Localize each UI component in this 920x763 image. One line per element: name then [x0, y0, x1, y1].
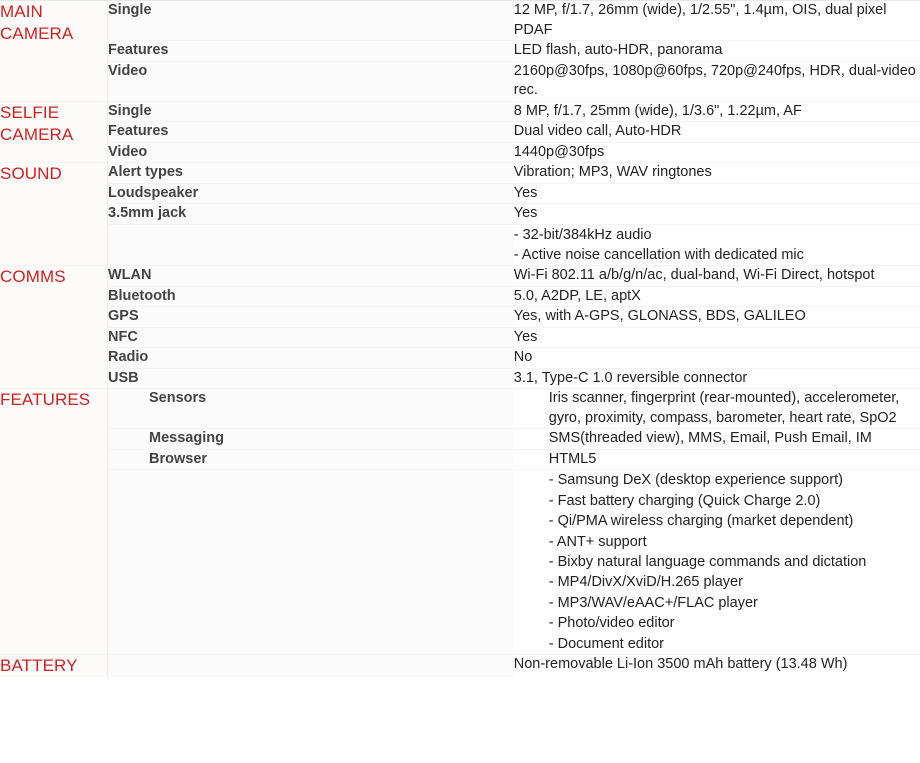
row-value: Wi-Fi 802.11 a/b/g/n/ac, dual-band, Wi-F…	[513, 265, 920, 287]
row-label: WLAN	[107, 265, 514, 287]
table-row: 3.5mm jack Yes	[0, 203, 920, 225]
table-row: SELFIE CAMERA Single 8 MP, f/1.7, 25mm (…	[0, 100, 920, 163]
row-label: Browser	[107, 449, 514, 471]
row-label: Video	[107, 142, 514, 163]
row-value: SMS(threaded view), MMS, Email, Push Ema…	[513, 428, 920, 450]
row-label: Features	[107, 121, 514, 143]
row-label: Bluetooth	[107, 286, 514, 308]
table-row: BATTERY Non-removable Li-Ion 3500 mAh ba…	[0, 653, 920, 677]
row-value: Yes, with A-GPS, GLONASS, BDS, GALILEO	[513, 306, 920, 328]
table-row: COMMS WLAN Wi-Fi 802.11 a/b/g/n/ac, dual…	[0, 265, 920, 390]
row-value: HTML5	[513, 449, 920, 471]
row-value: 3.1, Type-C 1.0 reversible connector	[513, 368, 920, 390]
table-row: Features LED flash, auto-HDR, panorama	[0, 40, 920, 62]
row-label: Radio	[107, 347, 514, 369]
row-value: Vibration; MP3, WAV ringtones	[513, 162, 920, 184]
row-label-empty	[107, 653, 514, 677]
phone-spec-table: MAIN CAMERA Single 12 MP, f/1.7, 26mm (w…	[0, 0, 920, 677]
section-header-selfie-camera: SELFIE CAMERA	[0, 100, 108, 163]
features-misc-list: - Samsung DeX (desktop experience suppor…	[548, 472, 867, 652]
row-value: 8 MP, f/1.7, 25mm (wide), 1/3.6", 1.22µm…	[513, 100, 920, 122]
table-row: Radio No	[0, 347, 920, 369]
row-value: Dual video call, Auto-HDR	[513, 121, 920, 143]
section-header-comms: COMMS	[0, 265, 108, 390]
row-label-empty	[107, 469, 514, 655]
table-row: MAIN CAMERA Single 12 MP, f/1.7, 26mm (w…	[0, 0, 920, 102]
row-label: Loudspeaker	[107, 183, 514, 204]
table-row: NFC Yes	[0, 327, 920, 349]
row-value: - 32-bit/384kHz audio - Active noise can…	[513, 224, 920, 267]
row-label: Single	[107, 100, 514, 122]
row-value: 2160p@30fps, 1080p@60fps, 720p@240fps, H…	[513, 61, 920, 102]
table-row: - 32-bit/384kHz audio - Active noise can…	[0, 224, 920, 267]
table-row: Video 1440p@30fps	[0, 142, 920, 163]
row-value: 1440p@30fps	[513, 142, 920, 163]
row-value: Yes	[513, 203, 920, 225]
row-value: Iris scanner, fingerprint (rear-mounted)…	[513, 388, 920, 430]
row-label: NFC	[107, 327, 514, 349]
table-row: USB 3.1, Type-C 1.0 reversible connector	[0, 368, 920, 390]
section-header-sound: SOUND	[0, 161, 108, 267]
row-label: Video	[107, 61, 514, 102]
row-value: No	[513, 347, 920, 369]
row-value: 5.0, A2DP, LE, aptX	[513, 286, 920, 308]
row-label-empty	[107, 224, 514, 267]
section-header-features: FEATURES	[0, 388, 108, 655]
table-row: GPS Yes, with A-GPS, GLONASS, BDS, GALIL…	[0, 306, 920, 328]
row-label: USB	[107, 368, 514, 390]
row-label: Features	[107, 40, 514, 62]
table-row: FEATURES Sensors Iris scanner, fingerpri…	[0, 388, 920, 655]
table-row: - Samsung DeX (desktop experience suppor…	[0, 469, 920, 655]
table-row: Video 2160p@30fps, 1080p@60fps, 720p@240…	[0, 61, 920, 102]
row-label: Messaging	[107, 428, 514, 450]
spec-table-body: MAIN CAMERA Single 12 MP, f/1.7, 26mm (w…	[0, 0, 920, 677]
row-label: Alert types	[107, 162, 514, 184]
table-row: Browser HTML5	[0, 449, 920, 471]
row-label: GPS	[107, 306, 514, 328]
row-value: LED flash, auto-HDR, panorama	[513, 40, 920, 62]
table-row: Messaging SMS(threaded view), MMS, Email…	[0, 428, 920, 450]
table-row: Loudspeaker Yes	[0, 183, 920, 204]
row-value: Non-removable Li-Ion 3500 mAh battery (1…	[513, 653, 920, 677]
sound-misc-list: - 32-bit/384kHz audio - Active noise can…	[513, 226, 804, 263]
section-header-battery: BATTERY	[0, 653, 108, 677]
row-value: - Samsung DeX (desktop experience suppor…	[513, 469, 920, 655]
row-value: 12 MP, f/1.7, 26mm (wide), 1/2.55", 1.4µ…	[513, 0, 920, 41]
table-row: Features Dual video call, Auto-HDR	[0, 121, 920, 143]
row-label: Single	[107, 0, 514, 41]
table-row: Bluetooth 5.0, A2DP, LE, aptX	[0, 286, 920, 308]
row-label: 3.5mm jack	[107, 203, 514, 225]
row-value: Yes	[513, 327, 920, 349]
table-row: SOUND Alert types Vibration; MP3, WAV ri…	[0, 161, 920, 267]
row-label: Sensors	[107, 388, 514, 430]
row-value: Yes	[513, 183, 920, 204]
section-header-main-camera: MAIN CAMERA	[0, 0, 108, 102]
